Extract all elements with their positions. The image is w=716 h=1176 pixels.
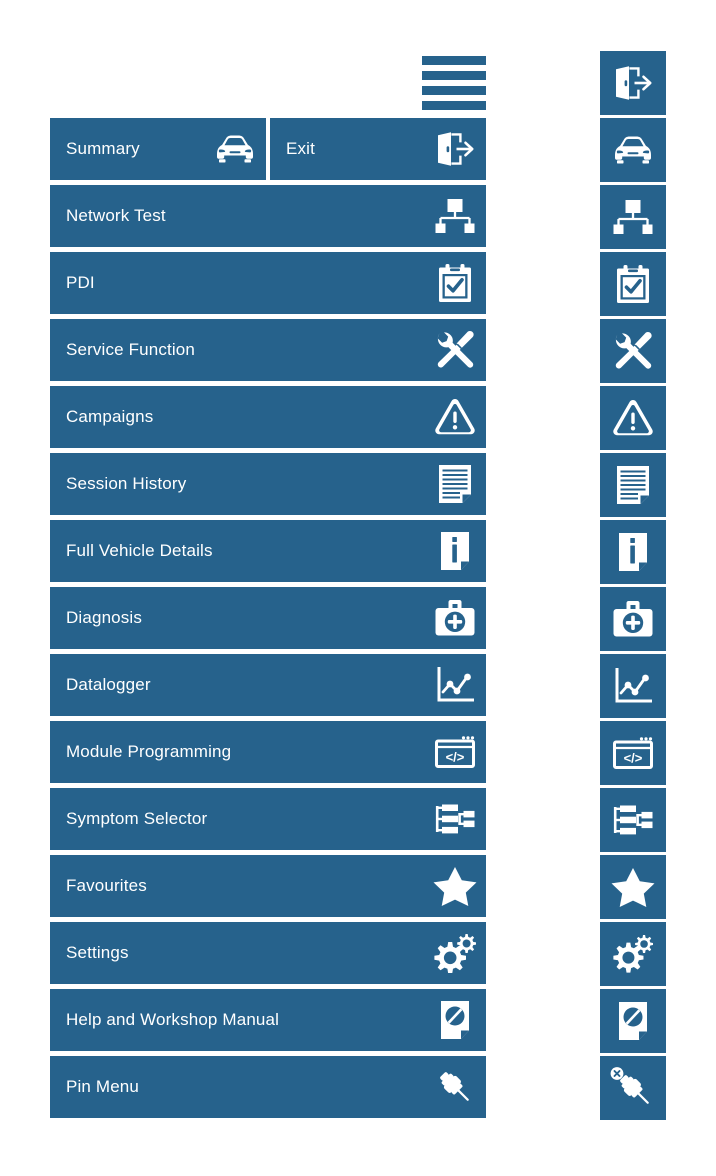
help-document-icon (432, 997, 478, 1043)
rail-item-network-test[interactable] (600, 185, 666, 249)
star-icon (611, 867, 655, 907)
document-lines-icon (616, 465, 650, 505)
menu-item-datalogger[interactable]: Datalogger (50, 654, 486, 716)
menu-item-label: Network Test (66, 206, 166, 225)
svg-text:</>: </> (624, 751, 643, 766)
menu-item-service-function[interactable]: Service Function (50, 319, 486, 381)
menu-item-session-history[interactable]: Session History (50, 453, 486, 515)
rail-item-session-history[interactable] (600, 453, 666, 517)
menu-item-label: Pin Menu (66, 1077, 140, 1096)
main-menu-panel: Summary Exit Network Test PDI Service Fu… (50, 118, 486, 1123)
rail-item-symptom-selector[interactable] (600, 788, 666, 852)
rail-item-diagnosis[interactable] (600, 587, 666, 651)
gears-icon (432, 930, 478, 976)
menu-item-label: Settings (66, 943, 129, 962)
svg-text:</>: </> (446, 750, 465, 765)
menu-item-summary[interactable]: Summary (50, 118, 266, 180)
rail-item-summary[interactable] (600, 118, 666, 182)
rail-item-settings[interactable] (600, 922, 666, 986)
hamburger-bar (422, 101, 486, 110)
rail-item-favourites[interactable] (600, 855, 666, 919)
menu-item-label: PDI (66, 273, 95, 292)
network-topology-icon (432, 193, 478, 239)
clipboard-check-icon (615, 264, 651, 304)
star-icon (432, 863, 478, 909)
rail-item-full-vehicle-details[interactable] (600, 520, 666, 584)
code-window-icon: </> (613, 737, 653, 769)
menu-item-favourites[interactable]: Favourites (50, 855, 486, 917)
rail-item-exit[interactable] (600, 51, 666, 115)
rail-item-campaigns[interactable] (600, 386, 666, 450)
warning-triangle-icon (612, 399, 654, 437)
menu-item-label: Module Programming (66, 742, 232, 761)
rail-item-pdi[interactable] (600, 252, 666, 316)
car-icon (611, 135, 655, 165)
rail-item-unpin-menu[interactable] (600, 1056, 666, 1120)
menu-item-help-and-workshop-manual[interactable]: Help and Workshop Manual (50, 989, 486, 1051)
rail-item-service-function[interactable] (600, 319, 666, 383)
rail-item-module-programming[interactable]: </> (600, 721, 666, 785)
menu-item-label: Exit (286, 139, 315, 158)
pushpin-unpin-icon (609, 1066, 657, 1110)
medical-bag-icon (613, 601, 653, 637)
exit-door-icon (432, 126, 478, 172)
rail-item-datalogger[interactable] (600, 654, 666, 718)
clipboard-check-icon (432, 260, 478, 306)
menu-top-row: Summary Exit (50, 118, 486, 180)
menu-item-label: Full Vehicle Details (66, 541, 213, 560)
wrench-screwdriver-icon (613, 331, 653, 371)
menu-item-module-programming[interactable]: Module Programming </> (50, 721, 486, 783)
car-icon (212, 126, 258, 172)
menu-item-campaigns[interactable]: Campaigns (50, 386, 486, 448)
wrench-screwdriver-icon (432, 327, 478, 373)
menu-item-label: Favourites (66, 876, 147, 895)
menu-item-pin-menu[interactable]: Pin Menu (50, 1056, 486, 1118)
exit-door-icon (613, 65, 653, 101)
menu-item-label: Symptom Selector (66, 809, 208, 828)
line-chart-icon (432, 662, 478, 708)
menu-item-network-test[interactable]: Network Test (50, 185, 486, 247)
tree-list-icon (613, 805, 653, 835)
medical-bag-icon (432, 595, 478, 641)
menu-item-exit[interactable]: Exit (270, 118, 486, 180)
menu-item-symptom-selector[interactable]: Symptom Selector (50, 788, 486, 850)
tree-list-icon (432, 796, 478, 842)
hamburger-bar (422, 56, 486, 65)
menu-item-settings[interactable]: Settings (50, 922, 486, 984)
line-chart-icon (614, 668, 652, 704)
menu-item-label: Summary (66, 139, 140, 158)
menu-item-label: Session History (66, 474, 187, 493)
menu-toggle-button[interactable] (422, 56, 486, 110)
document-info-icon (432, 528, 478, 574)
icon-rail: </> (600, 51, 666, 1123)
menu-item-diagnosis[interactable]: Diagnosis (50, 587, 486, 649)
document-lines-icon (432, 461, 478, 507)
menu-item-label: Campaigns (66, 407, 154, 426)
hamburger-bar (422, 71, 486, 80)
menu-item-label: Datalogger (66, 675, 151, 694)
rail-item-help-and-workshop-manual[interactable] (600, 989, 666, 1053)
menu-item-label: Diagnosis (66, 608, 142, 627)
pushpin-icon (432, 1064, 478, 1110)
help-document-icon (618, 1001, 648, 1041)
warning-triangle-icon (432, 394, 478, 440)
code-window-icon: </> (432, 729, 478, 775)
document-info-icon (618, 532, 648, 572)
hamburger-bar (422, 86, 486, 95)
gears-icon (612, 934, 654, 974)
menu-item-label: Service Function (66, 340, 196, 359)
menu-item-full-vehicle-details[interactable]: Full Vehicle Details (50, 520, 486, 582)
network-topology-icon (613, 198, 653, 236)
menu-item-pdi[interactable]: PDI (50, 252, 486, 314)
menu-item-label: Help and Workshop Manual (66, 1010, 280, 1029)
